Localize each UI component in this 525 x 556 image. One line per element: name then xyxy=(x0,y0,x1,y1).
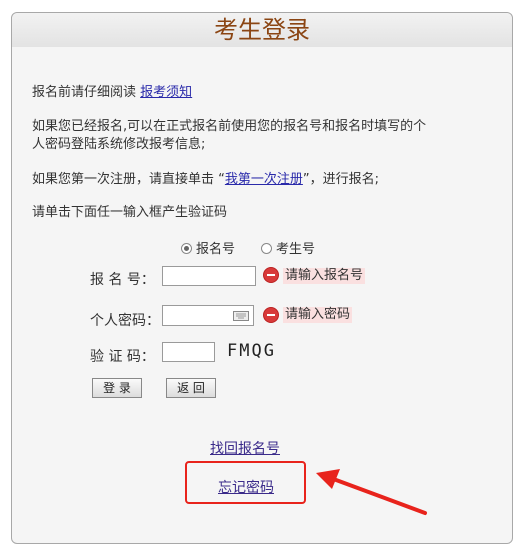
radio-registration-number-label: 报名号 xyxy=(196,242,236,257)
error-icon xyxy=(264,308,278,322)
exam-notice-link[interactable]: 报考须知 xyxy=(140,85,192,100)
keyboard-icon[interactable] xyxy=(233,311,249,321)
page-title: 考生登录 xyxy=(214,16,310,44)
panel-header: 考生登录 xyxy=(12,13,512,47)
intro-line-4: 请单击下面任一输入框产生验证码 xyxy=(32,205,228,220)
password-input[interactable] xyxy=(162,305,254,326)
registration-number-input[interactable] xyxy=(162,266,256,286)
intro-line-1-text: 报名前请仔细阅读 xyxy=(32,85,137,100)
intro-line-3-suffix: ”，进行报名; xyxy=(302,172,380,187)
captcha-label: 验 证 码： xyxy=(90,349,155,365)
annotation-arrow-icon xyxy=(316,469,427,515)
back-button[interactable]: 返 回 xyxy=(166,378,216,398)
intro-line-1: 报名前请仔细阅读 报考须知 xyxy=(32,84,192,101)
password-error: 请输入密码 xyxy=(283,307,353,323)
login-button[interactable]: 登 录 xyxy=(92,378,142,398)
registration-number-label: 报 名 号： xyxy=(90,272,155,288)
registration-number-error: 请输入报名号 xyxy=(283,268,366,284)
password-label: 个人密码： xyxy=(90,313,160,329)
intro-line-3: 如果您第一次注册，请直接单击 “我第一次注册”，进行报名; xyxy=(32,171,379,188)
intro-line-2a: 如果您已经报名,可以在正式报名前使用您的报名号和报名时填写的个 xyxy=(32,119,427,134)
captcha-input[interactable] xyxy=(162,342,215,362)
forgot-password-link[interactable]: 忘记密码 xyxy=(218,477,274,497)
intro-line-2b: 人密码登陆系统修改报考信息; xyxy=(32,137,206,152)
first-register-link[interactable]: 我第一次注册 xyxy=(225,172,303,187)
radio-candidate-number[interactable] xyxy=(261,243,272,254)
radio-candidate-number-label: 考生号 xyxy=(276,242,316,257)
error-icon xyxy=(264,268,278,282)
captcha-image[interactable]: FMQG xyxy=(227,341,276,361)
intro-line-3-prefix: 如果您第一次注册，请直接单击 “ xyxy=(32,172,225,187)
find-registration-number-link[interactable]: 找回报名号 xyxy=(210,438,280,458)
radio-registration-number[interactable] xyxy=(181,243,192,254)
